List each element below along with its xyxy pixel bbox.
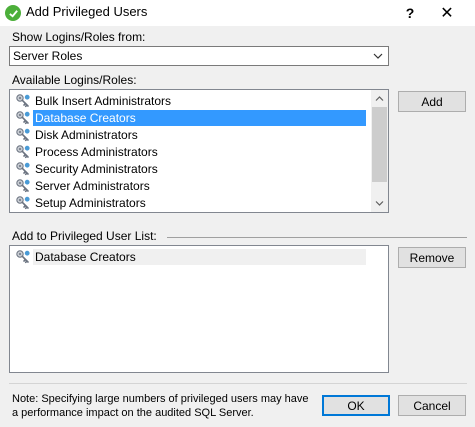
list-item[interactable]: Setup Administrators [15,194,148,211]
list-item-label: Bulk Insert Administrators [35,93,172,108]
help-button[interactable]: ? [393,0,427,26]
list-item[interactable]: Server Administrators [15,177,152,194]
remove-button[interactable]: Remove [398,247,466,268]
list-item-label: Database Creators [33,248,366,265]
list-item[interactable]: Security Administrators [15,160,160,177]
separator [167,237,467,238]
list-item[interactable]: Disk Administrators [15,126,140,143]
key-user-icon [16,93,30,107]
show-from-label: Show Logins/Roles from: [12,30,146,44]
scrollbar[interactable] [371,90,388,212]
available-list[interactable]: Bulk Insert Administrators Database Creat… [9,89,389,213]
close-button[interactable]: ✕ [430,0,464,26]
footer-separator [9,383,467,384]
performance-note: Note: Specifying large numbers of privil… [12,393,309,419]
privileged-list[interactable]: Database Creators [9,245,389,373]
key-user-icon [16,110,30,124]
window-title: Add Privileged Users [26,4,148,19]
checkmark-icon [5,5,21,21]
list-item-label: Security Administrators [35,161,158,176]
show-from-dropdown[interactable]: Server Roles [9,46,389,66]
cancel-button[interactable]: Cancel [398,395,466,416]
list-item-label: Database Creators [33,109,366,126]
show-from-value: Server Roles [13,49,83,63]
chevron-down-icon[interactable] [370,48,386,64]
list-item-label: Setup Administrators [35,195,146,210]
key-user-icon [16,178,30,192]
key-user-icon [16,195,30,209]
title-bar: Add Privileged Users ? ✕ [0,0,475,26]
scroll-down-icon[interactable] [371,195,388,212]
list-item[interactable]: Bulk Insert Administrators [15,92,173,109]
key-user-icon [16,161,30,175]
add-button[interactable]: Add [398,91,466,112]
privileged-label: Add to Privileged User List: [12,229,157,243]
list-item[interactable]: Database Creators [15,109,366,126]
list-item-label: Process Administrators [35,144,158,159]
list-item-label: Disk Administrators [35,127,138,142]
key-user-icon [16,249,30,263]
ok-button[interactable]: OK [322,395,390,416]
key-user-icon [16,144,30,158]
key-user-icon [16,127,30,141]
list-item-label: Server Administrators [35,178,150,193]
available-label: Available Logins/Roles: [12,73,137,87]
list-item[interactable]: Process Administrators [15,143,160,160]
scroll-thumb[interactable] [372,107,387,182]
scroll-up-icon[interactable] [371,90,388,107]
list-item[interactable]: Database Creators [15,248,366,265]
